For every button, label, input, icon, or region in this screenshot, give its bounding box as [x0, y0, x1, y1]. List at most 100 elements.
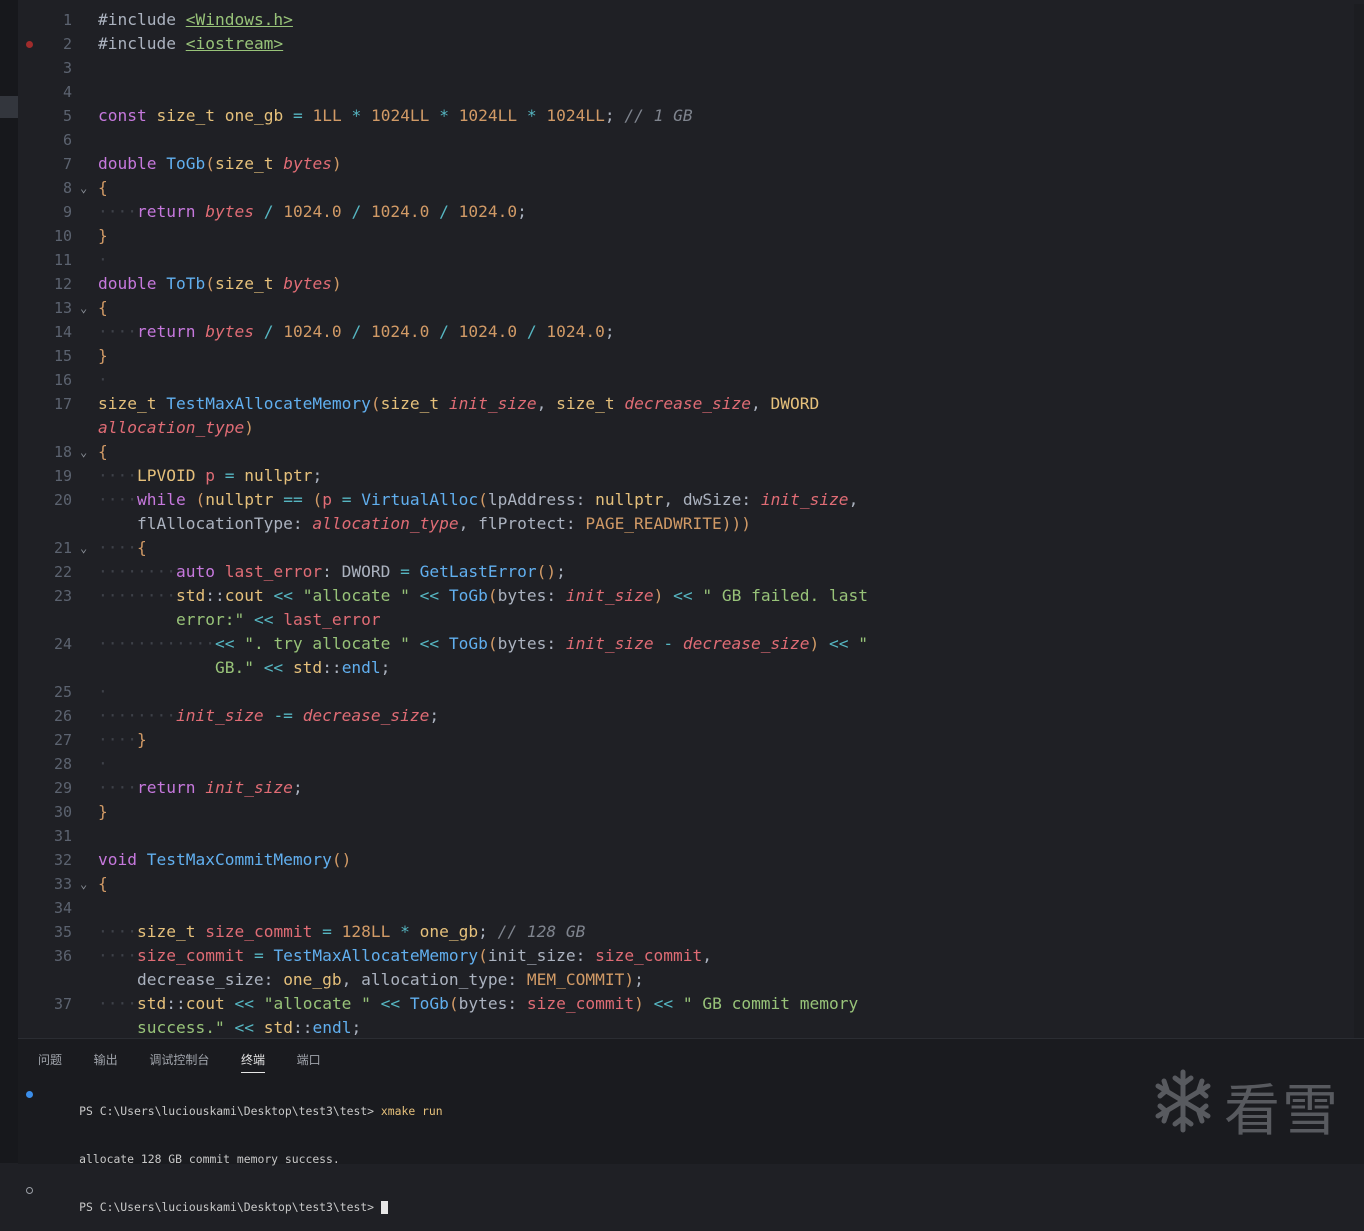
code-line[interactable]: 33 ⌄ {	[18, 872, 1354, 896]
code-line[interactable]: 29 ····return init_size;	[18, 776, 1354, 800]
code-text: }	[98, 346, 108, 365]
code-line[interactable]: 37 ····std::cout << "allocate " << ToGb(b…	[18, 992, 1354, 1016]
code-line[interactable]: 8 ⌄ {	[18, 176, 1354, 200]
code-text: success." << std::endl;	[136, 1018, 362, 1037]
code-text: #include <Windows.h>	[98, 10, 293, 29]
code-line[interactable]: 35 ····size_t size_commit = 128LL * one_g…	[18, 920, 1354, 944]
line-number: 14	[53, 323, 72, 341]
code-line[interactable]: 30}	[18, 800, 1354, 824]
code-text: allocation_type)	[98, 418, 254, 437]
fold-chevron-icon[interactable]: ⌄	[80, 296, 87, 320]
code-line[interactable]: 17 size_t TestMaxAllocateMemory(size_t in…	[18, 392, 1354, 416]
tab-debug-console[interactable]: 调试控制台	[149, 1051, 209, 1072]
code-line[interactable]: error:" << last_error	[18, 608, 1354, 632]
code-line[interactable]: 16 ·	[18, 368, 1354, 392]
code-line[interactable]: 6	[18, 128, 1354, 152]
code-text: ········std::cout << "allocate " << ToGb…	[98, 586, 869, 605]
line-number: 10	[53, 227, 72, 245]
code-line[interactable]: 12 double ToTb(size_t bytes)	[18, 272, 1354, 296]
code-line[interactable]: 27 ····}	[18, 728, 1354, 752]
line-number: 36	[53, 947, 72, 965]
code-text: ········auto last_error: DWORD = GetLast…	[98, 562, 566, 581]
minimap[interactable]	[1354, 4, 1364, 1038]
watermark-text: 看雪	[1224, 1079, 1340, 1144]
terminal-prompt: PS C:\Users\luciouskami\Desktop\test3\te…	[79, 1104, 381, 1118]
code-text: ············<< ". try allocate " << ToGb…	[98, 634, 869, 653]
code-text: ····}	[98, 730, 147, 749]
code-line[interactable]: 11 ·	[18, 248, 1354, 272]
watermark: 看雪	[1150, 1066, 1340, 1144]
code-line[interactable]: 31	[18, 824, 1354, 848]
line-number: 19	[53, 467, 72, 485]
code-text: ·	[98, 682, 108, 701]
code-line[interactable]: 36 ····size_commit = TestMaxAllocateMemor…	[18, 944, 1354, 968]
code-text: {	[98, 298, 108, 317]
terminal-line: PS C:\Users\luciouskami\Desktop\test3\te…	[24, 1183, 443, 1231]
line-number: 37	[53, 995, 72, 1013]
line-number: 2	[62, 35, 72, 53]
code-line[interactable]: 7 double ToGb(size_t bytes)	[18, 152, 1354, 176]
code-line[interactable]: 19 ····LPVOID p = nullptr;	[18, 464, 1354, 488]
fold-chevron-icon[interactable]: ⌄	[80, 176, 87, 200]
line-number: 33	[53, 875, 72, 893]
terminal-cursor	[380, 1201, 388, 1214]
code-text: double ToTb(size_t bytes)	[98, 274, 342, 293]
code-text: ····std::cout << "allocate " << ToGb(byt…	[98, 994, 859, 1013]
code-text: {	[98, 178, 108, 197]
code-line[interactable]: 18 ⌄ {	[18, 440, 1354, 464]
code-line[interactable]: 9 ····return bytes / 1024.0 / 1024.0 / 10…	[18, 200, 1354, 224]
code-editor[interactable]: 1 #include <Windows.h> 2 #include <iostream…	[18, 4, 1364, 1038]
code-line[interactable]: 21 ⌄ ····{	[18, 536, 1354, 560]
tab-output[interactable]: 输出	[94, 1051, 118, 1072]
code-line[interactable]: GB." << std::endl;	[18, 656, 1354, 680]
terminal-output-text: allocate 128 GB commit memory success.	[79, 1152, 340, 1166]
line-number: 22	[53, 563, 72, 581]
code-line[interactable]: 4	[18, 80, 1354, 104]
code-line[interactable]: decrease_size: one_gb, allocation_type: …	[18, 968, 1354, 992]
line-number: 20	[53, 491, 72, 509]
code-text: void TestMaxCommitMemory()	[98, 850, 352, 869]
code-line[interactable]: 25 ·	[18, 680, 1354, 704]
activity-bar	[0, 0, 18, 1163]
code-line[interactable]: 5 const size_t one_gb = 1LL * 1024LL * 10…	[18, 104, 1354, 128]
code-text: {	[98, 874, 108, 893]
code-line[interactable]: 14 ····return bytes / 1024.0 / 1024.0 / 1…	[18, 320, 1354, 344]
code-line[interactable]: 28 ·	[18, 752, 1354, 776]
line-number: 15	[53, 347, 72, 365]
command-status-icon[interactable]	[26, 1091, 33, 1098]
code-line[interactable]: 22 ········auto last_error: DWORD = GetLa…	[18, 560, 1354, 584]
fold-chevron-icon[interactable]: ⌄	[80, 440, 87, 464]
code-line[interactable]: 3	[18, 56, 1354, 80]
code-line[interactable]: 13 ⌄ {	[18, 296, 1354, 320]
code-line[interactable]: success." << std::endl;	[18, 1016, 1354, 1038]
code-line[interactable]: 20 ····while (nullptr == (p = VirtualAllo…	[18, 488, 1354, 512]
code-line[interactable]: 15}	[18, 344, 1354, 368]
code-line[interactable]: 1 #include <Windows.h>	[18, 8, 1354, 32]
code-line[interactable]: 32 void TestMaxCommitMemory()	[18, 848, 1354, 872]
code-line[interactable]: 24 ············<< ". try allocate " << To…	[18, 632, 1354, 656]
code-line[interactable]: flAllocationType: allocation_type, flPro…	[18, 512, 1354, 536]
tab-problems[interactable]: 问题	[38, 1051, 62, 1072]
code-line[interactable]: allocation_type)	[18, 416, 1354, 440]
code-line[interactable]: 23 ········std::cout << "allocate " << To…	[18, 584, 1354, 608]
line-number: 27	[53, 731, 72, 749]
line-number: 32	[53, 851, 72, 869]
code-line[interactable]: 26 ········init_size -= decrease_size;	[18, 704, 1354, 728]
line-number: 31	[53, 827, 72, 845]
tab-ports[interactable]: 端口	[297, 1051, 321, 1072]
code-line[interactable]: 34	[18, 896, 1354, 920]
terminal-output[interactable]: PS C:\Users\luciouskami\Desktop\test3\te…	[24, 1087, 443, 1231]
code-line[interactable]: 10}	[18, 224, 1354, 248]
fold-chevron-icon[interactable]: ⌄	[80, 872, 87, 896]
line-number: 11	[53, 251, 72, 269]
line-number: 4	[62, 83, 72, 101]
tab-terminal[interactable]: 终端	[240, 1051, 265, 1073]
terminal-line: PS C:\Users\luciouskami\Desktop\test3\te…	[24, 1087, 443, 1135]
code-text: ····return bytes / 1024.0 / 1024.0 / 102…	[98, 202, 527, 221]
fold-chevron-icon[interactable]: ⌄	[80, 536, 87, 560]
line-number: 5	[62, 107, 72, 125]
code-text: ····return init_size;	[98, 778, 303, 797]
code-text: ········init_size -= decrease_size;	[98, 706, 440, 725]
code-line[interactable]: 2 #include <iostream>	[18, 32, 1354, 56]
line-number: 23	[53, 587, 72, 605]
